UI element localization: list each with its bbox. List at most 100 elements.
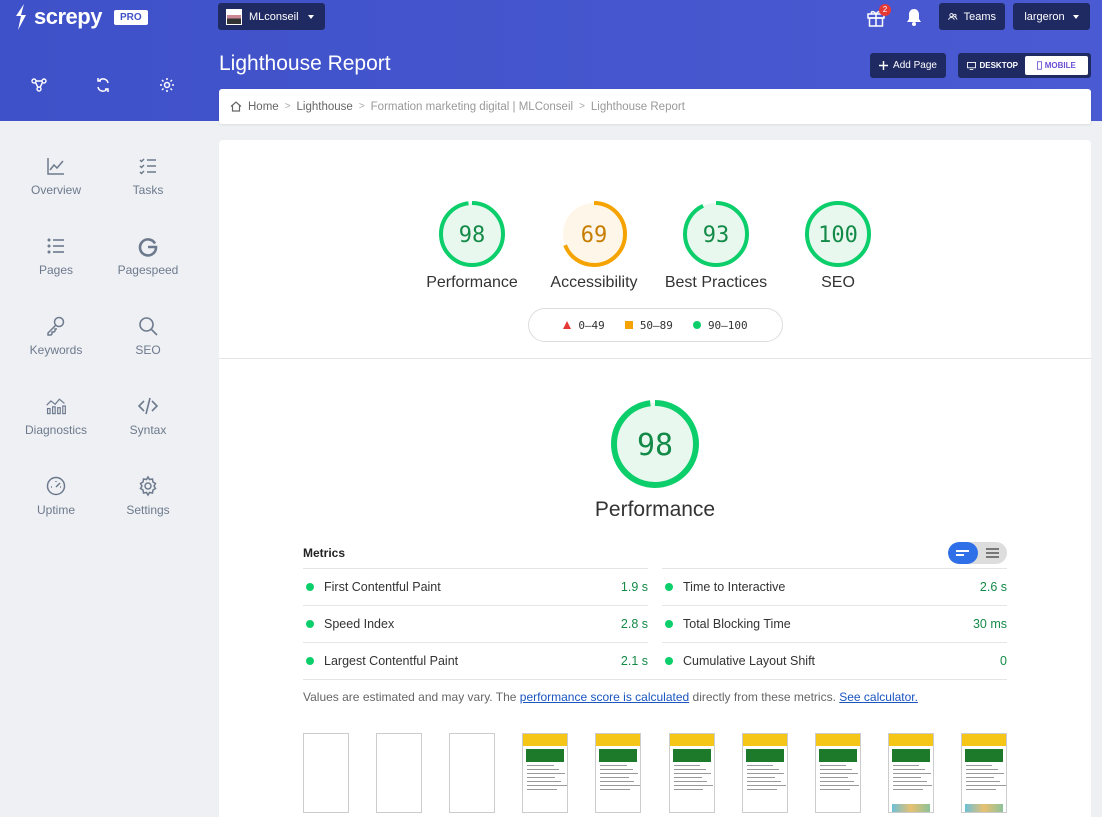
code-icon xyxy=(137,397,159,415)
sidebar-item-pagespeed[interactable]: Pagespeed xyxy=(102,235,194,277)
page-title: Lighthouse Report xyxy=(219,52,391,75)
sidebar-item-label: Overview xyxy=(30,183,81,197)
score-gauge-accessibility[interactable]: 69 Accessibility xyxy=(535,200,653,292)
score-label: Performance xyxy=(426,274,518,291)
sidebar-item-diagnostics[interactable]: Diagnostics xyxy=(10,395,102,437)
breadcrumb-home[interactable]: Home xyxy=(248,101,279,113)
chevron-right-icon: > xyxy=(579,101,585,112)
score-gauge-best-practices[interactable]: 93 Best Practices xyxy=(657,200,775,292)
chart-line-icon xyxy=(47,158,64,175)
add-page-button[interactable]: Add Page xyxy=(870,53,946,78)
sidebar-item-uptime[interactable]: Uptime xyxy=(10,475,102,517)
pro-badge: PRO xyxy=(113,9,148,25)
score-gauge-performance[interactable]: 98 Performance xyxy=(413,200,531,292)
metrics-view-toggle[interactable] xyxy=(948,542,1007,564)
legend-average-label: 50–89 xyxy=(639,318,673,332)
legend-fail: 0–49 xyxy=(563,319,605,332)
score-gauge-seo[interactable]: 100 SEO xyxy=(779,200,897,292)
sidebar-item-syntax[interactable]: Syntax xyxy=(102,395,194,437)
breadcrumb-lighthouse[interactable]: Lighthouse xyxy=(297,101,353,113)
sidebar-item-tasks[interactable]: Tasks xyxy=(102,155,194,197)
sidebar-item-label: SEO xyxy=(135,343,161,357)
triangle-icon xyxy=(563,321,572,329)
sidebar-item-keywords[interactable]: Keywords xyxy=(10,315,102,357)
bell-icon[interactable] xyxy=(903,6,925,28)
legend-average: 50–89 xyxy=(624,318,673,332)
desktop-label: DESKTOP xyxy=(979,61,1019,70)
gear-icon xyxy=(139,475,157,497)
pass-dot-icon xyxy=(306,583,314,591)
score-label: Accessibility xyxy=(550,274,638,291)
desktop-button[interactable]: DESKTOP xyxy=(961,56,1025,75)
home-icon xyxy=(230,101,242,112)
gift-icon[interactable]: 2 xyxy=(865,3,891,28)
sidebar-item-label: Syntax xyxy=(129,423,167,437)
sidebar-item-label: Tasks xyxy=(132,183,164,197)
sidebar-item-label: Keywords xyxy=(29,343,83,357)
sidebar-item-label: Settings xyxy=(126,503,170,517)
pass-dot-icon xyxy=(306,620,314,628)
metric-name: Total Blocking Time xyxy=(683,617,791,631)
chevron-down-icon xyxy=(1072,14,1079,19)
bar-chart-icon xyxy=(46,398,66,415)
metric-row: Time to Interactive 2.6 s xyxy=(662,568,1007,605)
teams-label: Teams xyxy=(963,10,996,23)
metric-row: First Contentful Paint 1.9 s xyxy=(303,568,648,605)
refresh-icon[interactable] xyxy=(94,76,112,94)
teams-button[interactable]: Teams xyxy=(939,3,1005,30)
metric-value: 2.8 s xyxy=(620,617,648,631)
sidebar-item-label: Pagespeed xyxy=(117,263,179,277)
sidebar-item-seo[interactable]: SEO xyxy=(102,315,194,357)
legend-fail-label: 0–49 xyxy=(578,318,605,332)
performance-score: 98 xyxy=(637,428,673,463)
nodes-icon[interactable] xyxy=(30,76,48,94)
long-lines-icon xyxy=(985,546,999,560)
device-toggle: DESKTOP MOBILE xyxy=(958,53,1091,78)
metrics-right-column: Time to Interactive 2.6 s Total Blocking … xyxy=(662,568,1007,679)
metrics-note: Values are estimated and may vary. The p… xyxy=(303,679,1007,704)
pass-dot-icon xyxy=(665,583,673,591)
users-icon xyxy=(948,13,958,20)
sidebar-item-settings[interactable]: Settings xyxy=(102,475,194,517)
filmstrip-frame-screenshot xyxy=(814,733,861,813)
user-menu[interactable]: largeron xyxy=(1013,3,1090,30)
project-selector[interactable]: MLconseil xyxy=(218,3,325,30)
metrics-title: Metrics xyxy=(303,546,346,560)
sidebar-nav: Overview Tasks Pages Pagespeed Keywords … xyxy=(10,155,194,517)
quick-actions xyxy=(30,76,176,94)
logo[interactable]: screpy PRO xyxy=(14,4,148,30)
filmstrip-frame-blank xyxy=(449,733,496,813)
expanded-view-button[interactable] xyxy=(978,542,1008,564)
breadcrumb-page[interactable]: Formation marketing digital | MLConseil xyxy=(371,101,573,113)
sidebar-item-pages[interactable]: Pages xyxy=(10,235,102,277)
key-icon xyxy=(47,316,65,336)
metric-row: Total Blocking Time 30 ms xyxy=(662,605,1007,642)
user-name: largeron xyxy=(1024,10,1065,23)
section-divider xyxy=(219,358,1091,359)
metric-name: Speed Index xyxy=(324,617,395,631)
score-label: SEO xyxy=(821,274,855,291)
metrics-section: Metrics First Contentful Paint 1.9 s Spee… xyxy=(303,538,1007,704)
speedometer-icon xyxy=(46,476,66,496)
filmstrip xyxy=(303,733,1007,813)
short-lines-icon xyxy=(956,548,970,558)
score-ring: 93 xyxy=(683,201,749,267)
compact-view-button[interactable] xyxy=(948,542,978,564)
performance-label: Performance xyxy=(594,498,716,521)
score-calculated-link[interactable]: performance score is calculated xyxy=(520,690,689,704)
add-page-label: Add Page xyxy=(893,60,937,71)
lighthouse-report-card: 98 Performance 69 Accessibility 93 Best Pract… xyxy=(219,140,1091,817)
gear-icon[interactable] xyxy=(158,76,176,94)
filmstrip-frame-screenshot xyxy=(960,733,1007,813)
sidebar-item-overview[interactable]: Overview xyxy=(10,155,102,197)
score-legend: 0–49 50–89 90–100 xyxy=(528,308,783,342)
see-calculator-link[interactable]: See calculator. xyxy=(839,690,918,704)
metric-row: Cumulative Layout Shift 0 xyxy=(662,642,1007,679)
search-icon xyxy=(139,317,158,336)
filmstrip-frame-screenshot xyxy=(668,733,715,813)
score-gauges: 98 Performance 69 Accessibility 93 Best Pract… xyxy=(219,200,1091,292)
top-right-actions: 2 Teams largeron xyxy=(865,3,1090,30)
mobile-button[interactable]: MOBILE xyxy=(1024,56,1088,75)
metric-value: 2.1 s xyxy=(620,654,648,668)
metric-name: Cumulative Layout Shift xyxy=(683,654,816,668)
